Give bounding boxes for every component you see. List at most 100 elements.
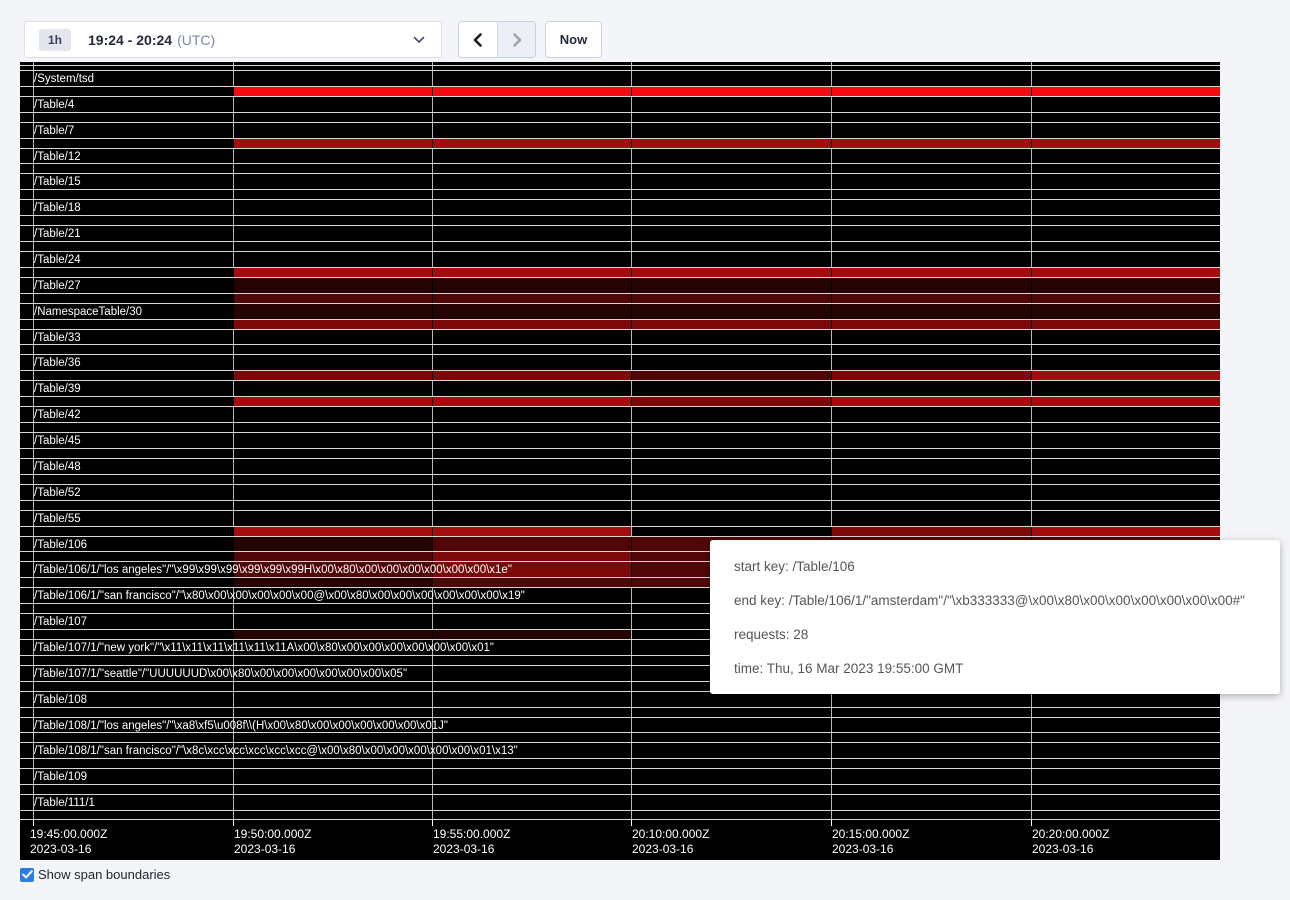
span-boundary-line — [20, 65, 1220, 66]
heatmap-row-label: /Table/109 — [34, 770, 87, 784]
span-cell — [432, 630, 631, 639]
heatmap-band[interactable]: /Table/108 — [20, 691, 1220, 717]
footer: Show span boundaries — [20, 867, 170, 882]
span-boundary-line — [20, 70, 1220, 71]
heatmap-band[interactable]: /Table/55 — [20, 510, 1220, 536]
span-cell — [432, 552, 631, 561]
span-boundary-line — [20, 225, 1220, 226]
heatmap-band[interactable]: /Table/15 — [20, 173, 1220, 199]
span-cell — [831, 294, 1031, 303]
heatmap-band[interactable]: /Table/12 — [20, 148, 1220, 174]
span-boundary-line — [20, 396, 1220, 397]
heatmap-band[interactable]: /Table/24 — [20, 251, 1220, 277]
span-cell — [831, 397, 1031, 406]
span-cell — [432, 87, 631, 96]
heatmap-row-label: /Table/27 — [34, 279, 81, 293]
span-boundary-line — [20, 173, 1220, 174]
span-boundary-line — [20, 448, 1220, 449]
heatmap-band[interactable]: /Table/108/1/"san francisco"/"\x8c\xcc\x… — [20, 742, 1220, 768]
heatmap-band[interactable]: /Table/7 — [20, 122, 1220, 148]
heatmap-band[interactable]: /Table/111/1 — [20, 794, 1220, 820]
time-axis: 19:45:00.000Z2023-03-1619:50:00.000Z2023… — [20, 820, 1220, 860]
next-timeframe-button[interactable] — [497, 22, 535, 57]
span-cell — [1031, 294, 1220, 303]
span-cell — [233, 87, 432, 96]
heatmap-band[interactable]: /Table/33 — [20, 329, 1220, 355]
span-boundary-line — [20, 241, 1220, 242]
axis-tick-time: 20:10:00.000Z — [632, 827, 709, 842]
heatmap-row-label: /Table/108/1/"san francisco"/"\x8c\xcc\x… — [34, 744, 518, 758]
duration-badge: 1h — [39, 29, 71, 51]
span-boundary-line — [20, 277, 1220, 278]
span-cell — [432, 294, 631, 303]
heatmap-band[interactable]: /Table/42 — [20, 406, 1220, 432]
heatmap-band[interactable]: /System/tsd — [20, 70, 1220, 96]
span-boundary-line — [20, 138, 1220, 139]
axis-tick — [831, 820, 832, 826]
span-boundary-line — [20, 406, 1220, 407]
axis-tick-date: 2023-03-16 — [234, 842, 311, 857]
time-range-picker[interactable]: 1h 19:24 - 20:24 (UTC) — [24, 21, 442, 58]
heatmap-band[interactable]: /Table/27 — [20, 277, 1220, 303]
span-cell — [1031, 371, 1220, 380]
span-cell — [233, 320, 432, 329]
span-cell — [233, 578, 432, 587]
span-boundary-line — [20, 293, 1220, 294]
span-boundary-line — [20, 768, 1220, 769]
span-cell — [233, 139, 432, 148]
show-span-boundaries-checkbox[interactable] — [20, 868, 34, 882]
span-boundary-line — [20, 344, 1220, 345]
heatmap-band[interactable]: /Table/21 — [20, 225, 1220, 251]
span-boundary-line — [20, 354, 1220, 355]
axis-tick-date: 2023-03-16 — [832, 842, 909, 857]
heatmap-row-label: /System/tsd — [34, 72, 94, 86]
span-cell — [233, 371, 432, 380]
span-cell — [631, 320, 831, 329]
axis-tick-time: 20:15:00.000Z — [832, 827, 909, 842]
span-boundary-line — [20, 526, 1220, 527]
show-span-boundaries-label: Show span boundaries — [38, 867, 170, 882]
span-cell — [233, 294, 432, 303]
span-boundary-line — [20, 474, 1220, 475]
span-cell — [631, 294, 831, 303]
heatmap-band[interactable]: /Table/18 — [20, 199, 1220, 225]
span-cell — [1031, 320, 1220, 329]
span-cell — [831, 139, 1031, 148]
heatmap-band[interactable]: /Table/36 — [20, 354, 1220, 380]
span-cell — [631, 397, 831, 406]
key-visualizer-heatmap[interactable]: /System/tsd/Table/4/Table/7/Table/12/Tab… — [20, 62, 1220, 860]
span-cell — [233, 268, 432, 277]
prev-timeframe-button[interactable] — [459, 22, 497, 57]
axis-tick — [33, 820, 34, 826]
time-range-label: 19:24 - 20:24 — [88, 32, 172, 48]
span-boundary-line — [20, 319, 1220, 320]
span-boundary-line — [20, 96, 1220, 97]
heatmap-band[interactable]: /Table/109 — [20, 768, 1220, 794]
heatmap-row-label: /Table/108/1/"los angeles"/"\xa8\xf5\u00… — [34, 719, 448, 733]
heatmap-band[interactable]: /Table/45 — [20, 432, 1220, 458]
axis-tick — [631, 820, 632, 826]
heatmap-row-label: /Table/39 — [34, 382, 81, 396]
now-button[interactable]: Now — [545, 21, 602, 58]
span-boundary-line — [20, 251, 1220, 252]
heatmap-band[interactable]: /Table/39 — [20, 380, 1220, 406]
heatmap-band[interactable]: /NamespaceTable/30 — [20, 303, 1220, 329]
span-cell — [432, 320, 631, 329]
span-boundary-line — [20, 732, 1220, 733]
heatmap-row-label: /Table/107/1/"seattle"/"UUUUUUD\x00\x80\… — [34, 667, 407, 681]
axis-tick — [233, 820, 234, 826]
span-cell — [1031, 139, 1220, 148]
span-boundary-line — [20, 758, 1220, 759]
axis-tick-label: 20:20:00.000Z2023-03-16 — [1032, 827, 1109, 857]
heatmap-band[interactable]: /Table/4 — [20, 96, 1220, 122]
span-boundary-line — [20, 215, 1220, 216]
heatmap-band[interactable]: /Table/108/1/"los angeles"/"\xa8\xf5\u00… — [20, 717, 1220, 743]
heatmap-row-label: /Table/107 — [34, 615, 87, 629]
span-boundary-line — [20, 189, 1220, 190]
heatmap-rows-layer: /System/tsd/Table/4/Table/7/Table/12/Tab… — [20, 62, 1220, 820]
span-cell — [432, 139, 631, 148]
heatmap-band[interactable]: /Table/52 — [20, 484, 1220, 510]
heatmap-band[interactable]: /Table/48 — [20, 458, 1220, 484]
heatmap-row-label: /Table/15 — [34, 175, 81, 189]
heatmap-row-label: /Table/4 — [34, 98, 74, 112]
